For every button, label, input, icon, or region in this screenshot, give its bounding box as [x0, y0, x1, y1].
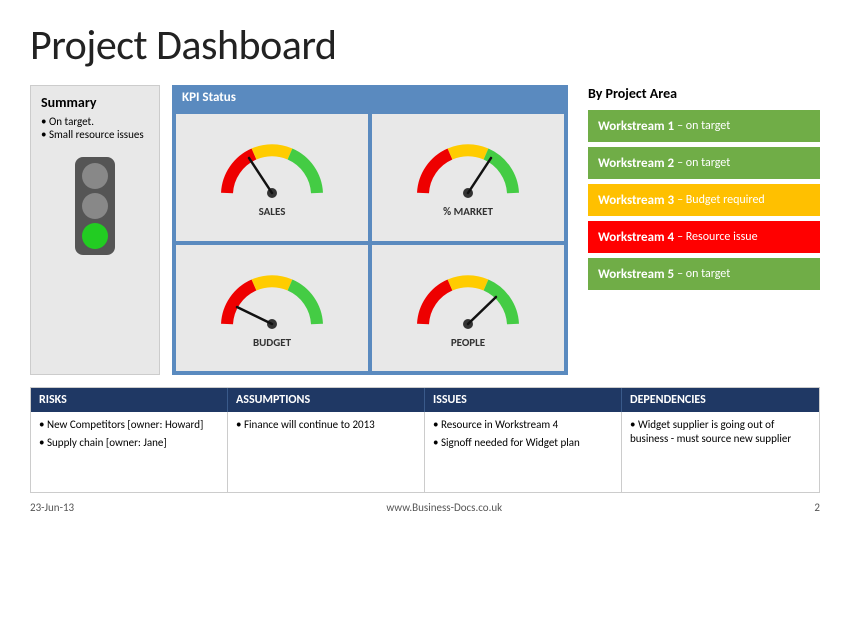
- bottom-table: RISKS ASSUMPTIONS ISSUES DEPENDENCIES Ne…: [30, 387, 820, 493]
- summary-bullet-2: Small resource issues: [41, 128, 149, 141]
- kpi-title: KPI Status: [172, 85, 568, 110]
- issue-2: Signoff needed for Widget plan: [433, 436, 613, 450]
- gauge-budget: BUDGET: [176, 245, 368, 372]
- yellow-light: [82, 193, 108, 219]
- workstream-2: Workstream 2 – on target: [588, 147, 820, 179]
- risk-1: New Competitors [owner: Howard]: [39, 418, 219, 432]
- summary-bullets: On target. Small resource issues: [41, 115, 149, 141]
- gauge-people-label: PEOPLE: [451, 336, 485, 349]
- kpi-panel: KPI Status SALES: [172, 85, 568, 375]
- workstream-3: Workstream 3 – Budget required: [588, 184, 820, 216]
- project-area-title: By Project Area: [588, 85, 820, 102]
- gauge-people-svg: [413, 269, 523, 334]
- risk-2: Supply chain [owner: Jane]: [39, 436, 219, 450]
- red-light: [82, 163, 108, 189]
- footer-website: www.Business-Docs.co.uk: [386, 501, 502, 514]
- footer-page: 2: [814, 501, 820, 514]
- assumption-1: Finance will continue to 2013: [236, 418, 416, 432]
- cell-risks: New Competitors [owner: Howard] Supply c…: [31, 412, 228, 492]
- summary-title: Summary: [41, 94, 149, 111]
- summary-panel: Summary On target. Small resource issues: [30, 85, 160, 375]
- cell-assumptions: Finance will continue to 2013: [228, 412, 425, 492]
- kpi-gauges: SALES % MARKET: [172, 110, 568, 375]
- gauge-sales-label: SALES: [259, 205, 286, 218]
- page-title: Project Dashboard: [30, 20, 820, 71]
- dependency-1: Widget supplier is going out of business…: [630, 418, 811, 447]
- gauge-market-label: % MARKET: [443, 205, 493, 218]
- gauge-sales-svg: [217, 138, 327, 203]
- table-header: RISKS ASSUMPTIONS ISSUES DEPENDENCIES: [31, 388, 819, 412]
- gauge-market-svg: [413, 138, 523, 203]
- cell-issues: Resource in Workstream 4 Signoff needed …: [425, 412, 622, 492]
- workstream-1: Workstream 1 – on target: [588, 110, 820, 142]
- gauge-budget-svg: [217, 269, 327, 334]
- header-assumptions: ASSUMPTIONS: [228, 388, 425, 412]
- gauge-market: % MARKET: [372, 114, 564, 241]
- traffic-light: [75, 157, 115, 255]
- cell-dependencies: Widget supplier is going out of business…: [622, 412, 819, 492]
- footer-date: 23-Jun-13: [30, 501, 74, 514]
- project-area-panel: By Project Area Workstream 1 – on target…: [580, 85, 820, 375]
- footer: 23-Jun-13 www.Business-Docs.co.uk 2: [30, 501, 820, 514]
- header-risks: RISKS: [31, 388, 228, 412]
- gauge-people: PEOPLE: [372, 245, 564, 372]
- header-issues: ISSUES: [425, 388, 622, 412]
- workstream-5: Workstream 5 – on target: [588, 258, 820, 290]
- table-body: New Competitors [owner: Howard] Supply c…: [31, 412, 819, 492]
- summary-bullet-1: On target.: [41, 115, 149, 128]
- gauge-sales: SALES: [176, 114, 368, 241]
- gauge-budget-label: BUDGET: [253, 336, 291, 349]
- green-light: [82, 223, 108, 249]
- workstream-4: Workstream 4 – Resource issue: [588, 221, 820, 253]
- issue-1: Resource in Workstream 4: [433, 418, 613, 432]
- header-dependencies: DEPENDENCIES: [622, 388, 819, 412]
